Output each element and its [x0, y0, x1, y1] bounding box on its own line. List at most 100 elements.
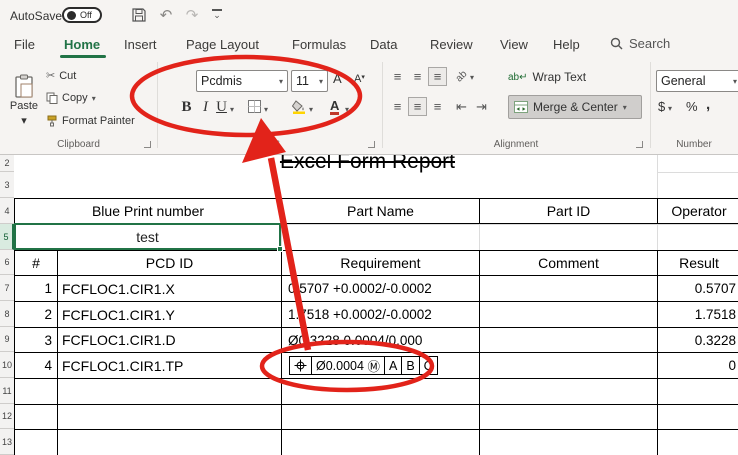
- tab-file[interactable]: File: [14, 37, 35, 52]
- tab-view[interactable]: View: [500, 37, 528, 52]
- cell-empty[interactable]: [282, 430, 480, 455]
- cell-pcd-id[interactable]: FCFLOC1.CIR1.TP: [58, 353, 282, 379]
- row-header-8[interactable]: 8: [0, 301, 14, 327]
- col-header-requirement[interactable]: Requirement: [282, 251, 480, 276]
- wrap-text-button[interactable]: ab↵ Wrap Text: [508, 66, 586, 88]
- row-header-4[interactable]: 4: [0, 198, 14, 224]
- orientation-dropdown-icon[interactable]: ▾: [470, 73, 474, 82]
- cell-result[interactable]: 0.5707: [658, 276, 738, 302]
- orientation-button[interactable]: ab: [452, 67, 471, 86]
- copy-button[interactable]: Copy ▾: [46, 92, 96, 104]
- shrink-font-button[interactable]: A▾: [354, 73, 365, 85]
- row-header-12[interactable]: 12: [0, 404, 14, 429]
- fill-color-dropdown-icon[interactable]: ▾: [309, 105, 313, 114]
- cell-result[interactable]: 0: [658, 353, 738, 379]
- italic-button[interactable]: I: [198, 99, 213, 116]
- row-header-5[interactable]: 5: [0, 224, 14, 250]
- cell-requirement[interactable]: 0.5707 +0.0002/-0.0002: [282, 276, 480, 302]
- cell-empty[interactable]: [15, 379, 58, 405]
- cell-pcd-id[interactable]: FCFLOC1.CIR1.Y: [58, 302, 282, 328]
- row-header-2[interactable]: 2: [0, 155, 14, 172]
- cell-empty[interactable]: [658, 379, 738, 405]
- tab-insert[interactable]: Insert: [124, 37, 157, 52]
- cell-row-num[interactable]: 1: [15, 276, 58, 302]
- row-header-6[interactable]: 6: [0, 250, 14, 275]
- borders-button[interactable]: [248, 100, 261, 118]
- font-name-combo[interactable]: Pcdmis ▾: [196, 70, 288, 92]
- clipboard-dialog-launcher-icon[interactable]: [144, 141, 151, 148]
- align-center-button[interactable]: ≡: [408, 97, 427, 116]
- report-title[interactable]: Excel Form Report: [225, 155, 510, 174]
- cell-requirement[interactable]: Ø0.3228 0.0004/0.000: [282, 328, 480, 353]
- cell-empty[interactable]: [480, 430, 658, 455]
- row-header-11[interactable]: 11: [0, 378, 14, 404]
- cell-empty[interactable]: [480, 379, 658, 405]
- selected-cell-blueprint-value[interactable]: test: [14, 223, 283, 252]
- cell-blueprint-header[interactable]: Blue Print number: [15, 199, 282, 224]
- col-header-pcd-id[interactable]: PCD ID: [58, 251, 282, 276]
- cell-pcd-id[interactable]: FCFLOC1.CIR1.X: [58, 276, 282, 302]
- borders-dropdown-icon[interactable]: ▾: [264, 105, 268, 114]
- merge-center-button[interactable]: Merge & Center ▾: [508, 95, 642, 119]
- cell-empty[interactable]: [58, 379, 282, 405]
- cell-empty[interactable]: [658, 405, 738, 430]
- cell-empty[interactable]: [58, 430, 282, 455]
- save-icon[interactable]: [131, 7, 147, 28]
- alignment-dialog-launcher-icon[interactable]: [636, 141, 643, 148]
- currency-format-button[interactable]: $: [658, 99, 665, 114]
- paste-button[interactable]: Paste ▾: [6, 61, 42, 139]
- percent-format-button[interactable]: %: [686, 99, 698, 114]
- tab-home[interactable]: Home: [64, 37, 100, 52]
- customize-quick-access-icon[interactable]: ⌄: [212, 9, 222, 20]
- undo-icon[interactable]: ↶: [156, 6, 176, 24]
- tab-page-layout[interactable]: Page Layout: [186, 37, 259, 52]
- align-top-button[interactable]: ≡: [388, 67, 407, 86]
- cell-empty[interactable]: [282, 405, 480, 430]
- font-color-button[interactable]: A: [330, 99, 340, 115]
- cell-row-num[interactable]: 2: [15, 302, 58, 328]
- cell-operator-header[interactable]: Operator: [658, 199, 738, 224]
- row-header-7[interactable]: 7: [0, 275, 14, 301]
- format-painter-button[interactable]: Format Painter: [46, 115, 135, 127]
- row-header-9[interactable]: 9: [0, 327, 14, 352]
- cut-button[interactable]: ✂ Cut: [46, 69, 76, 83]
- align-middle-button[interactable]: ≡: [408, 67, 427, 86]
- cell-comment[interactable]: [480, 353, 658, 379]
- cell-row-num[interactable]: 4: [15, 353, 58, 379]
- fill-handle[interactable]: [277, 246, 283, 252]
- cell-requirement[interactable]: 1.7518 +0.0002/-0.0002: [282, 302, 480, 328]
- cell-row-num[interactable]: 3: [15, 328, 58, 353]
- increase-indent-button[interactable]: ⇥: [472, 97, 491, 116]
- cell-requirement-fcf[interactable]: Ø0.0004 Ⓜ A B C: [282, 353, 480, 379]
- tab-data[interactable]: Data: [370, 37, 397, 52]
- tab-formulas[interactable]: Formulas: [292, 37, 346, 52]
- row-header-3[interactable]: 3: [0, 172, 14, 198]
- search-box[interactable]: Search: [610, 36, 670, 51]
- col-header-comment[interactable]: Comment: [480, 251, 658, 276]
- align-bottom-button[interactable]: ≡: [428, 67, 447, 86]
- row-header-10[interactable]: 10: [0, 352, 14, 378]
- cell-empty[interactable]: [15, 430, 58, 455]
- cell-comment[interactable]: [480, 328, 658, 353]
- cell-empty[interactable]: [282, 379, 480, 405]
- cell-part-id-header[interactable]: Part ID: [480, 199, 658, 224]
- cell-comment[interactable]: [480, 302, 658, 328]
- cell-empty[interactable]: [480, 405, 658, 430]
- col-header-result[interactable]: Result: [658, 251, 738, 276]
- redo-icon[interactable]: ↷: [182, 6, 202, 24]
- row-header-13[interactable]: 13: [0, 429, 14, 455]
- cell-empty[interactable]: [658, 430, 738, 455]
- cell-empty[interactable]: [15, 405, 58, 430]
- col-header-num[interactable]: #: [15, 251, 58, 276]
- currency-dropdown-icon[interactable]: ▾: [668, 104, 672, 113]
- grow-font-button[interactable]: A▴: [333, 71, 345, 86]
- autosave-toggle[interactable]: Off: [62, 7, 102, 23]
- font-size-combo[interactable]: 11 ▾: [291, 70, 328, 92]
- number-format-combo[interactable]: General ▾: [656, 70, 738, 92]
- align-left-button[interactable]: ≡: [388, 97, 407, 116]
- cell-result[interactable]: 1.7518: [658, 302, 738, 328]
- bold-button[interactable]: B: [179, 99, 194, 116]
- cell-part-name-header[interactable]: Part Name: [282, 199, 480, 224]
- cell-comment[interactable]: [480, 276, 658, 302]
- decrease-indent-button[interactable]: ⇤: [452, 97, 471, 116]
